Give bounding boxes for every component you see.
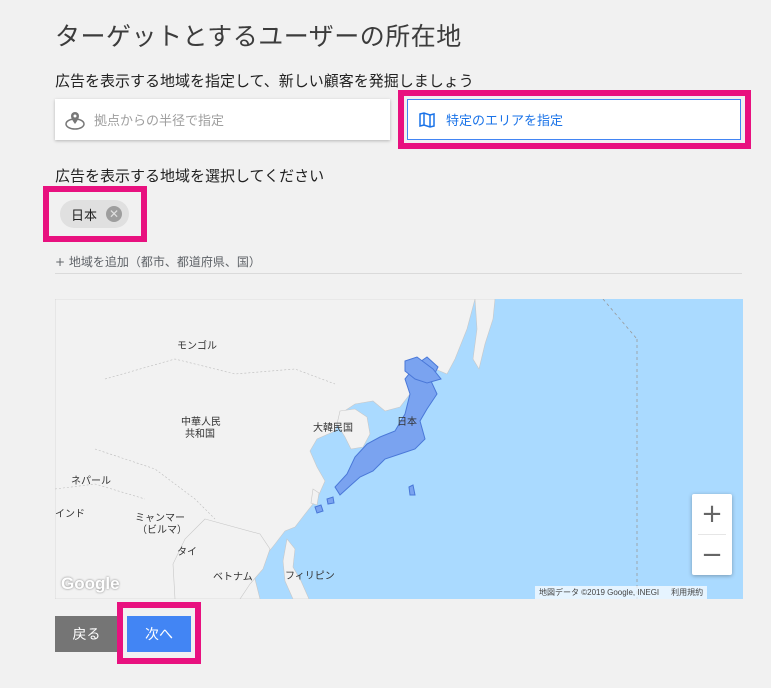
map-icon — [419, 111, 435, 128]
radius-option-label: 拠点からの半径で指定 — [94, 114, 225, 129]
region-chip: 日本 ✕ — [60, 200, 129, 228]
radius-option-card[interactable]: 拠点からの半径で指定 — [55, 99, 390, 140]
map-label-philippines: フィリピン — [285, 570, 335, 582]
map-attribution: 地図データ ©2019 Google, INEGI 利用規約 — [535, 586, 708, 599]
google-logo: Google — [61, 574, 120, 593]
map-label-thailand: タイ — [177, 546, 197, 558]
map-attribution-text: 地図データ ©2019 Google, INEGI — [539, 588, 660, 597]
region-chip-label: 日本 — [71, 208, 98, 224]
map-label-mongolia: モンゴル — [177, 339, 217, 352]
map-label-india: インド — [55, 509, 85, 520]
zoom-out-button[interactable]: − — [692, 535, 732, 575]
page-subtitle: 広告を表示する地域を指定して、新しい顧客を発掘しましょう — [55, 72, 474, 90]
chip-remove-icon[interactable]: ✕ — [106, 206, 123, 222]
philippines-land — [282, 538, 310, 599]
map-label-korea: 大韓民国 — [313, 421, 353, 434]
map-label-nepal: ネパール — [71, 475, 111, 487]
map-label-vietnam: ベトナム — [213, 571, 253, 583]
map-terms-link[interactable]: 利用規約 — [671, 587, 703, 598]
map-label-japan: 日本 — [397, 415, 417, 428]
map-label-myanmar-2: （ビルマ） — [137, 524, 187, 536]
region-select-label: 広告を表示する地域を選択してください — [55, 167, 325, 185]
divider — [55, 273, 742, 274]
page-title: ターゲットとするユーザーの所在地 — [55, 22, 462, 51]
russia-east-land — [472, 299, 496, 370]
map-view[interactable]: モンゴル 中華人民 共和国 大韓民国 日本 ネパール インド ミャンマー （ビル… — [55, 299, 743, 599]
map-label-china-1: 中華人民 — [181, 415, 221, 428]
area-option-label: 特定のエリアを指定 — [446, 114, 564, 129]
back-button[interactable]: 戻る — [55, 616, 118, 652]
zoom-controls: + − — [692, 494, 732, 575]
map-canvas: モンゴル 中華人民 共和国 大韓民国 日本 ネパール インド ミャンマー （ビル… — [55, 299, 638, 599]
next-button[interactable]: 次へ — [127, 616, 191, 652]
zoom-in-button[interactable]: + — [692, 494, 732, 534]
area-option-card[interactable]: 特定のエリアを指定 — [407, 99, 741, 140]
ryukyu-islands — [314, 484, 416, 514]
map-label-china-2: 共和国 — [185, 428, 215, 440]
add-location-link[interactable]: + 地域を追加（都市、都道府県、国） — [55, 253, 261, 270]
map-label-myanmar-1: ミャンマー — [135, 513, 185, 524]
date-line — [602, 299, 638, 340]
location-radius-icon — [65, 111, 85, 130]
